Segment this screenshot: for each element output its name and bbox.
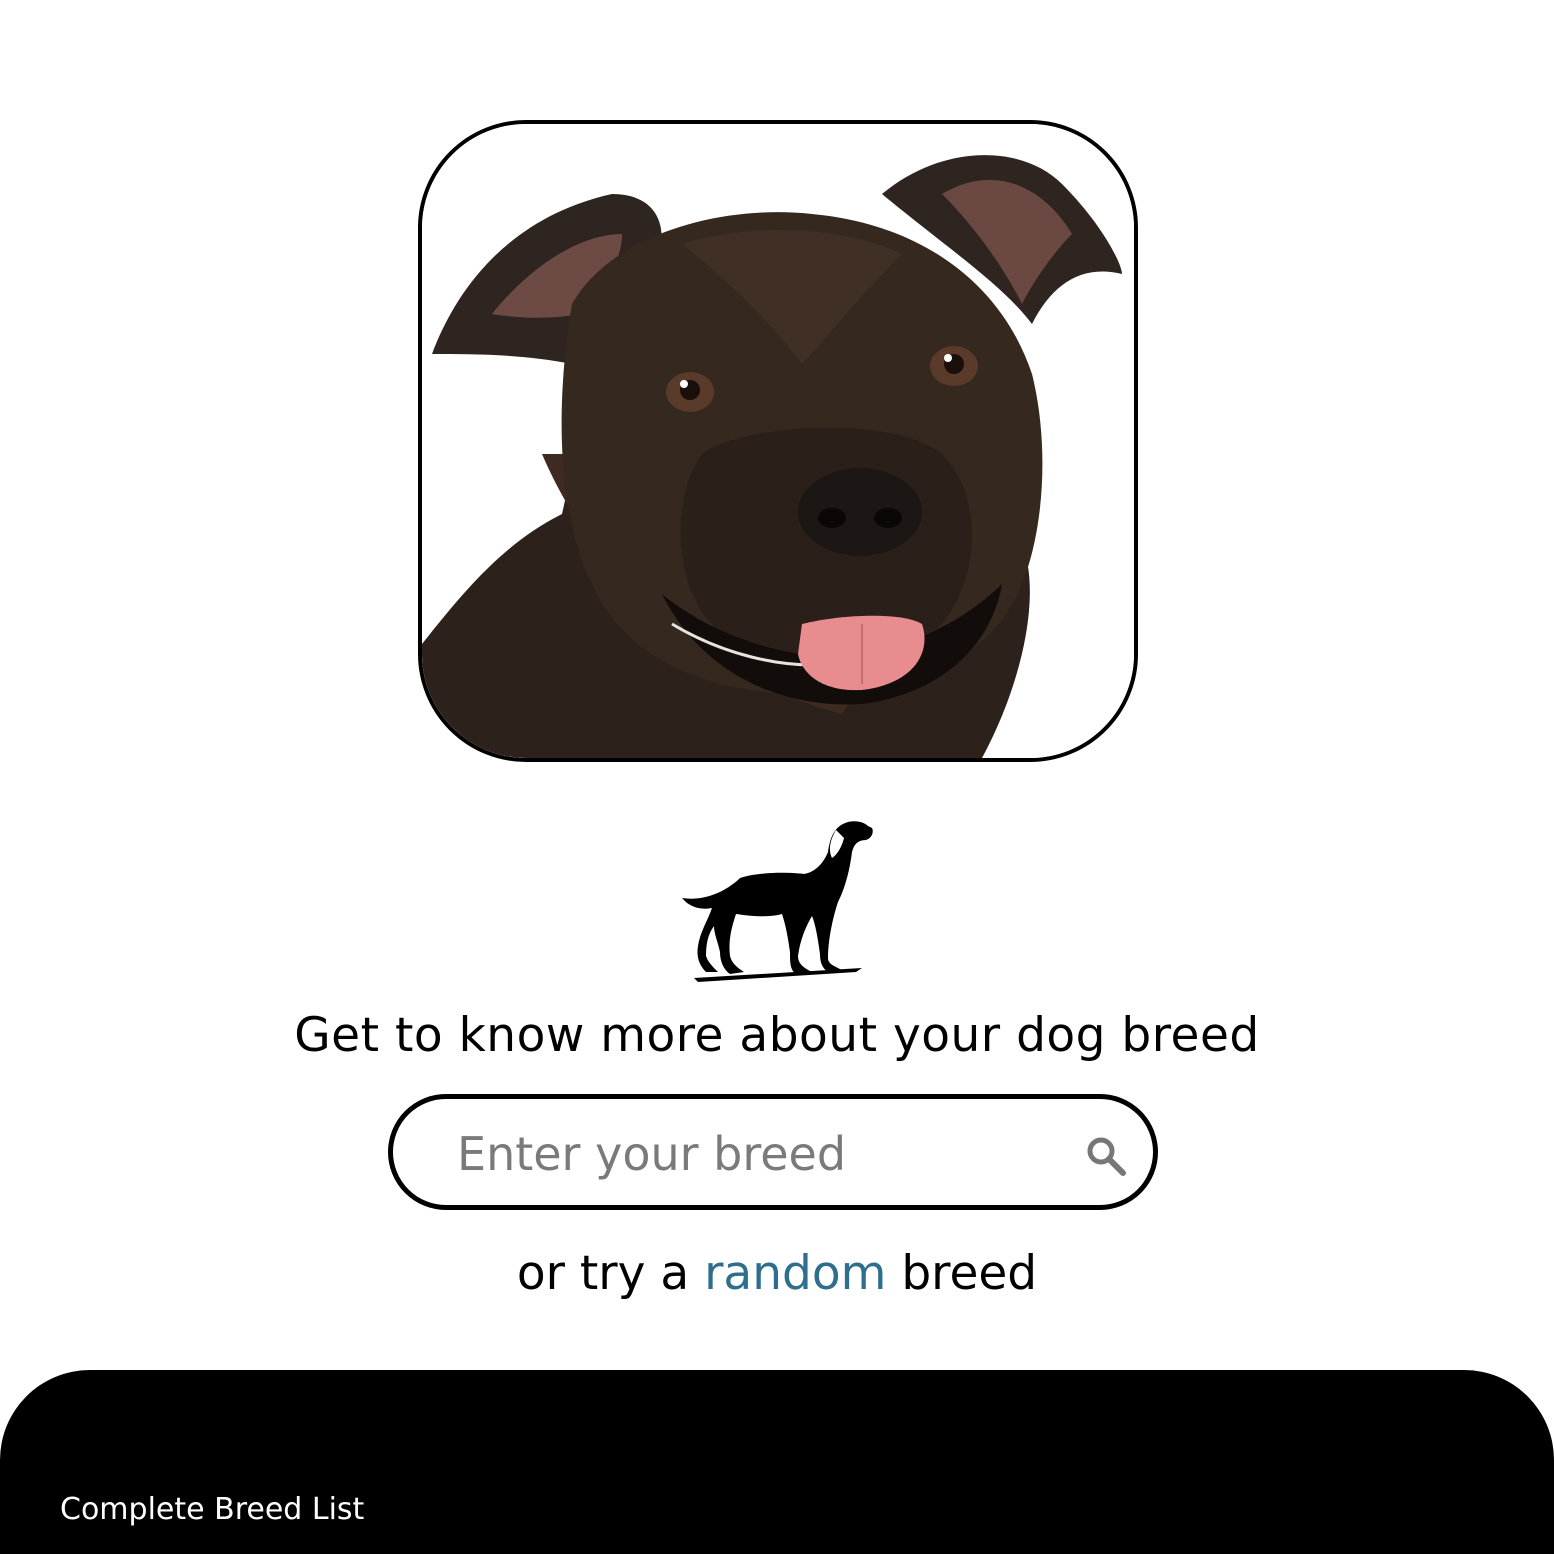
search-icon[interactable] (1085, 1135, 1129, 1179)
random-breed-link[interactable]: random (704, 1246, 886, 1301)
random-suffix: breed (886, 1246, 1038, 1301)
random-prefix: or try a (516, 1246, 705, 1301)
breed-search-input[interactable] (455, 1119, 1059, 1189)
complete-breed-list-link[interactable]: Complete Breed List (60, 1492, 364, 1527)
dog-silhouette-icon (682, 821, 873, 982)
hero-image-frame (418, 120, 1138, 762)
page: Get to know more about your dog breed or… (0, 0, 1554, 1554)
tagline: Get to know more about your dog breed (294, 1008, 1260, 1063)
footer: Complete Breed List (0, 1370, 1554, 1554)
random-breed-line: or try a random breed (0, 1246, 1554, 1301)
search-box (388, 1094, 1158, 1210)
hero-dog-image (422, 124, 1134, 758)
